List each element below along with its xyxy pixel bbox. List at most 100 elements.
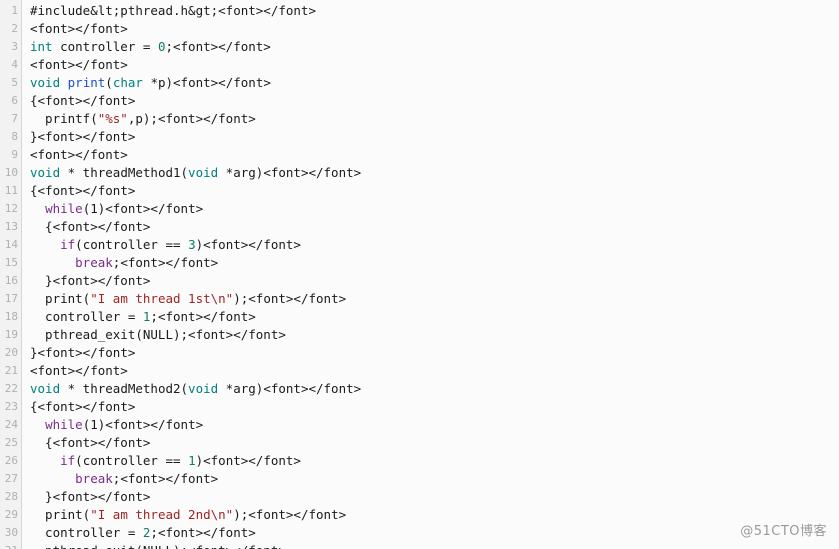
code-line[interactable]: 13 {<font></font> [0,218,839,236]
line-content[interactable]: break;<font></font> [22,254,839,272]
token-plain: ); [233,291,249,306]
token-keyword: break [75,471,113,486]
line-content[interactable]: controller = 1;<font></font> [22,308,839,326]
token-tag: <font></font> [52,273,151,288]
line-content[interactable]: while(1)<font></font> [22,200,839,218]
token-plain: (1) [82,201,106,216]
code-line[interactable]: 3 int controller = 0;<font></font> [0,38,839,56]
line-content[interactable]: int controller = 0;<font></font> [22,38,839,56]
line-number: 8 [11,130,18,143]
token-type: void [30,75,61,90]
token-tag: <font></font> [188,543,286,549]
line-number: 5 [11,76,18,89]
line-content[interactable]: {<font></font> [22,398,839,416]
code-line[interactable]: 16 }<font></font> [0,272,839,290]
code-line[interactable]: 17 print("I am thread 1st\n");<font></fo… [0,290,839,308]
line-number: 27 [4,472,18,485]
code-viewer[interactable]: 1 #include&lt;pthread.h&gt;<font></font> 2… [0,0,839,549]
code-line[interactable]: 7 printf("%s",p);<font></font> [0,110,839,128]
code-line[interactable]: 9 <font></font> [0,146,839,164]
line-number: 25 [4,436,18,449]
code-line[interactable]: 31 pthread_exit(NULL);<font></font> [0,542,839,549]
line-content[interactable]: break;<font></font> [22,470,839,488]
line-content[interactable]: while(1)<font></font> [22,416,839,434]
line-content[interactable]: pthread_exit(NULL);<font></font> [22,326,839,344]
line-content[interactable]: if(controller == 1)<font></font> [22,452,839,470]
code-line[interactable]: 30 controller = 2;<font></font> [0,524,839,542]
line-number: 21 [4,364,18,377]
code-line[interactable]: 22 void * threadMethod2(void *arg)<font><… [0,380,839,398]
line-number: 13 [4,220,18,233]
line-content[interactable]: {<font></font> [22,92,839,110]
line-content[interactable]: }<font></font> [22,128,839,146]
line-number: 30 [4,526,18,539]
token-plain: * threadMethod2( [60,381,189,396]
code-line-list[interactable]: 1 #include&lt;pthread.h&gt;<font></font> 2… [0,0,839,549]
token-plain: (controller == [75,453,189,468]
token-plain: } [30,273,53,288]
code-line[interactable]: 24 while(1)<font></font> [0,416,839,434]
code-line[interactable]: 18 controller = 1;<font></font> [0,308,839,326]
line-content[interactable]: print("I am thread 2nd\n");<font></font> [22,506,839,524]
line-content[interactable]: printf("%s",p);<font></font> [22,110,839,128]
code-line[interactable]: 1 #include&lt;pthread.h&gt;<font></font> [0,2,839,20]
line-content[interactable]: void print(char *p)<font></font> [22,74,839,92]
code-line[interactable]: 20 }<font></font> [0,344,839,362]
token-type: int [30,39,53,54]
token-plain: ( [105,75,113,90]
code-line[interactable]: 28 }<font></font> [0,488,839,506]
code-line[interactable]: 25 {<font></font> [0,434,839,452]
line-content[interactable]: <font></font> [22,56,839,74]
code-line[interactable]: 4 <font></font> [0,56,839,74]
token-number: 3 [188,237,196,252]
token-plain: *arg) [218,165,264,180]
code-line[interactable]: 27 break;<font></font> [0,470,839,488]
line-content[interactable]: }<font></font> [22,344,839,362]
code-line[interactable]: 19 pthread_exit(NULL);<font></font> [0,326,839,344]
token-type: void [30,381,61,396]
token-plain: ); [233,507,249,522]
line-content[interactable]: controller = 2;<font></font> [22,524,839,542]
code-line[interactable]: 15 break;<font></font> [0,254,839,272]
token-tag: <font></font> [157,309,256,324]
line-content[interactable]: }<font></font> [22,272,839,290]
line-content[interactable]: print("I am thread 1st\n");<font></font> [22,290,839,308]
line-content[interactable]: {<font></font> [22,218,839,236]
code-line[interactable]: 10 void * threadMethod1(void *arg)<font><… [0,164,839,182]
token-tag: <font></font> [263,381,362,396]
line-number: 11 [4,184,18,197]
code-line[interactable]: 12 while(1)<font></font> [0,200,839,218]
code-line[interactable]: 23 {<font></font> [0,398,839,416]
line-content[interactable]: }<font></font> [22,488,839,506]
token-tag: <font></font> [203,453,301,468]
token-plain: #include&lt;pthread.h&gt; [30,3,219,18]
code-line[interactable]: 21 <font></font> [0,362,839,380]
token-tag: <font></font> [37,345,136,360]
line-content[interactable]: void * threadMethod1(void *arg)<font></f… [22,164,839,182]
line-content[interactable]: {<font></font> [22,182,839,200]
code-line[interactable]: 26 if(controller == 1)<font></font> [0,452,839,470]
line-content[interactable]: <font></font> [22,20,839,38]
code-line[interactable]: 14 if(controller == 3)<font></font> [0,236,839,254]
token-plain: { [30,399,38,414]
token-plain: } [30,129,38,144]
token-tag: <font></font> [52,219,151,234]
code-line[interactable]: 29 print("I am thread 2nd\n");<font></fo… [0,506,839,524]
line-content[interactable]: <font></font> [22,362,839,380]
code-line[interactable]: 6 {<font></font> [0,92,839,110]
line-content[interactable]: <font></font> [22,146,839,164]
code-line[interactable]: 11 {<font></font> [0,182,839,200]
line-number: 14 [4,238,18,251]
code-line[interactable]: 8 }<font></font> [0,128,839,146]
code-line[interactable]: 2 <font></font> [0,20,839,38]
line-content[interactable]: if(controller == 3)<font></font> [22,236,839,254]
token-plain: *p) [142,75,174,90]
line-content[interactable]: pthread_exit(NULL);<font></font> [22,542,839,549]
code-line[interactable]: 5 void print(char *p)<font></font> [0,74,839,92]
line-content[interactable]: {<font></font> [22,434,839,452]
line-content[interactable]: void * threadMethod2(void *arg)<font></f… [22,380,839,398]
token-number: 1 [188,453,196,468]
token-tag: <font></font> [37,399,136,414]
line-number: 20 [4,346,18,359]
line-content[interactable]: #include&lt;pthread.h&gt;<font></font> [22,2,839,20]
